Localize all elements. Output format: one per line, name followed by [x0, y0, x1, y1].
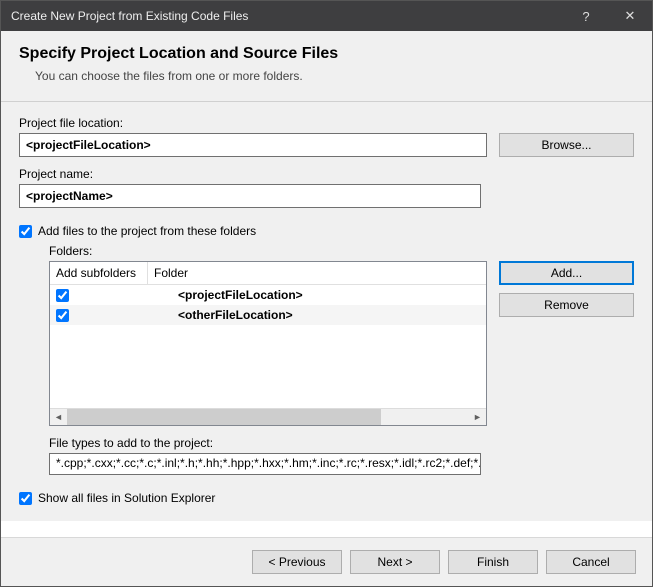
wizard-footer: < Previous Next > Finish Cancel — [1, 537, 652, 586]
folders-label: Folders: — [49, 244, 634, 258]
finish-button[interactable]: Finish — [448, 550, 538, 574]
column-folder[interactable]: Folder — [148, 262, 486, 284]
show-all-files-label: Show all files in Solution Explorer — [38, 491, 215, 505]
scroll-track[interactable] — [67, 409, 469, 425]
next-button[interactable]: Next > — [350, 550, 440, 574]
previous-button[interactable]: < Previous — [252, 550, 342, 574]
column-add-subfolders[interactable]: Add subfolders — [50, 262, 148, 284]
scroll-thumb[interactable] — [67, 409, 381, 425]
project-file-location-input[interactable] — [19, 133, 487, 157]
folders-body: <projectFileLocation> <otherFileLocation… — [50, 285, 486, 408]
scroll-left-icon[interactable]: ◄ — [50, 409, 67, 426]
wizard-header: Specify Project Location and Source File… — [1, 31, 652, 102]
subfolder-checkbox[interactable] — [56, 309, 69, 322]
file-types-label: File types to add to the project: — [49, 436, 634, 450]
project-file-location-label: Project file location: — [19, 116, 634, 130]
table-row[interactable]: <otherFileLocation> — [50, 305, 486, 325]
close-button[interactable]: ✕ — [608, 1, 652, 31]
file-types-input[interactable]: *.cpp;*.cxx;*.cc;*.c;*.inl;*.h;*.hh;*.hp… — [49, 453, 481, 475]
show-all-files-checkbox[interactable] — [19, 492, 32, 505]
folder-path-cell: <projectFileLocation> — [148, 288, 486, 302]
page-subtitle: You can choose the files from one or mor… — [35, 69, 634, 83]
wizard-content: Project file location: Browse... Project… — [1, 102, 652, 521]
browse-button[interactable]: Browse... — [499, 133, 634, 157]
title-bar: Create New Project from Existing Code Fi… — [1, 1, 652, 31]
subfolder-checkbox[interactable] — [56, 289, 69, 302]
help-button[interactable]: ? — [564, 1, 608, 31]
horizontal-scrollbar[interactable]: ◄ ► — [50, 408, 486, 425]
project-name-input[interactable] — [19, 184, 481, 208]
folders-listview[interactable]: Add subfolders Folder <projectFileLocati… — [49, 261, 487, 426]
table-row[interactable]: <projectFileLocation> — [50, 285, 486, 305]
remove-folder-button[interactable]: Remove — [499, 293, 634, 317]
folders-header: Add subfolders Folder — [50, 262, 486, 285]
add-folder-button[interactable]: Add... — [499, 261, 634, 285]
project-name-label: Project name: — [19, 167, 634, 181]
folder-path-cell: <otherFileLocation> — [148, 308, 486, 322]
add-files-checkbox-label: Add files to the project from these fold… — [38, 224, 256, 238]
scroll-right-icon[interactable]: ► — [469, 409, 486, 426]
cancel-button[interactable]: Cancel — [546, 550, 636, 574]
window-title: Create New Project from Existing Code Fi… — [11, 9, 564, 23]
add-files-checkbox[interactable] — [19, 225, 32, 238]
page-title: Specify Project Location and Source File… — [19, 45, 634, 63]
